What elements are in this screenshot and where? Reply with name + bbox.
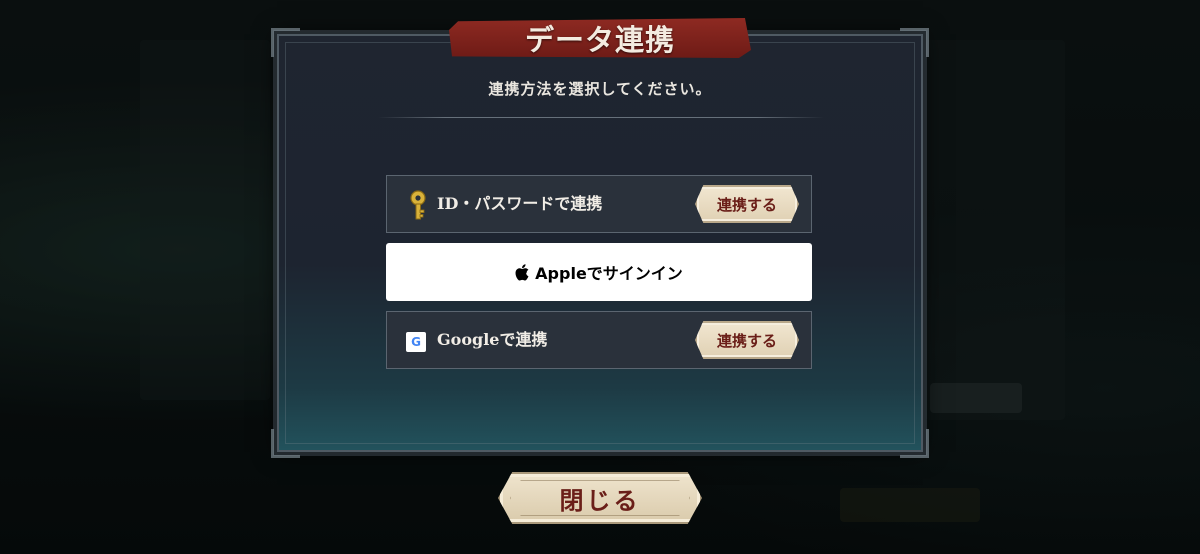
apple-sign-in-label: Appleでサインイン [535, 264, 683, 283]
dialog-corner-ornament [271, 28, 300, 57]
close-button[interactable]: 閉じる [498, 472, 702, 524]
google-link-label: Googleで連携 [437, 330, 548, 349]
google-link-row: G Googleで連携 連携する [386, 311, 812, 369]
dialog-corner-ornament [271, 429, 300, 458]
id-password-link-row: ID・パスワードで連携 連携する [386, 175, 812, 233]
key-icon [410, 190, 426, 220]
apple-sign-in-button[interactable]: Appleでサインイン [386, 243, 812, 301]
dialog-divider [378, 117, 824, 118]
dialog-corner-ornament [900, 28, 929, 57]
google-link-button[interactable]: 連携する [695, 321, 799, 359]
id-password-link-button[interactable]: 連携する [695, 185, 799, 223]
dialog-corner-ornament [900, 429, 929, 458]
id-password-link-label: ID・パスワードで連携 [437, 194, 603, 213]
dialog-subtitle: 連携方法を選択してください。 [488, 80, 712, 98]
dialog-title: データ連携 [524, 23, 675, 57]
game-screen: データ連携 連携方法を選択してください。 ID・パスワードで連携 連携する Ap… [0, 0, 1200, 554]
dialog-title-ribbon: データ連携 [449, 18, 751, 58]
apple-icon [515, 263, 529, 281]
google-icon: G [406, 332, 426, 352]
